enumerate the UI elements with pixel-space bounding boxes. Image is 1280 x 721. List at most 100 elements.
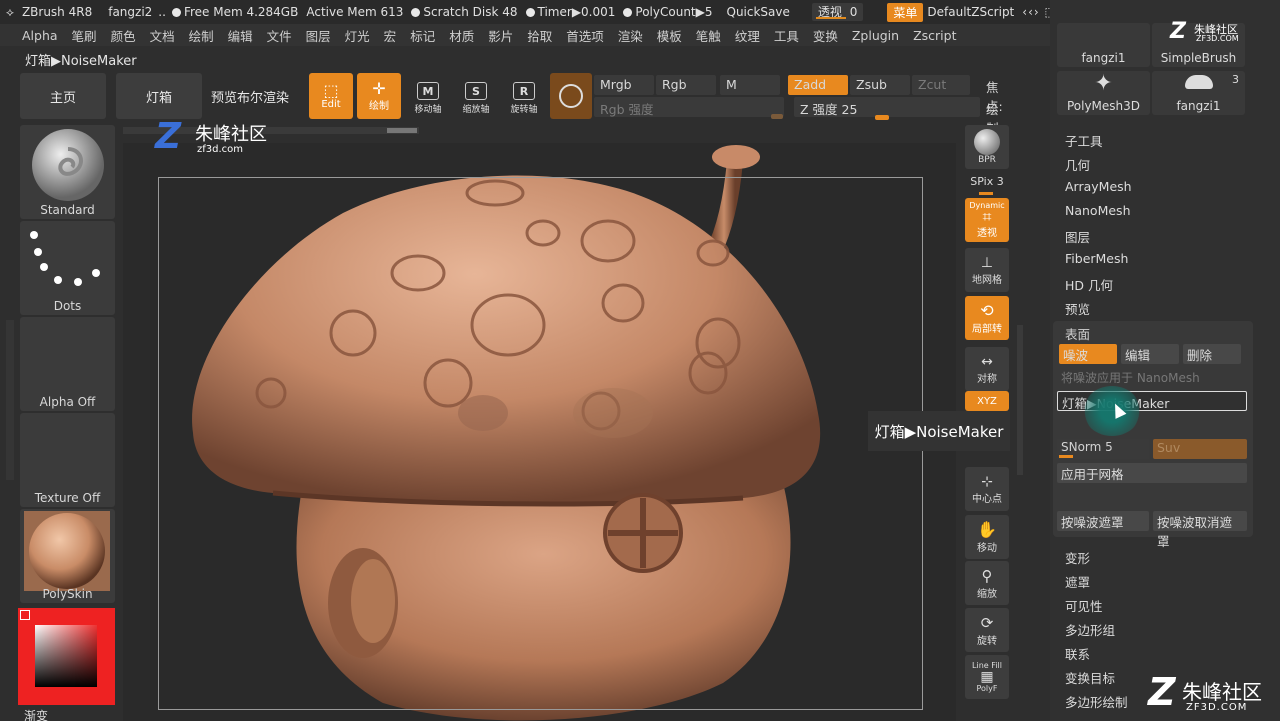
contact-section[interactable]: 联系 <box>1065 644 1090 663</box>
gizmo-3d-button[interactable] <box>550 73 592 119</box>
apply-noise-nanomesh-button[interactable]: 将噪波应用于 NanoMesh <box>1061 369 1200 386</box>
menu-zplugin[interactable]: Zplugin <box>845 28 906 43</box>
unmask-by-noise-button[interactable]: 按噪波取消遮罩 <box>1153 511 1247 549</box>
move-label: 移动轴 <box>414 105 442 115</box>
right-tray-handle[interactable] <box>1017 325 1023 475</box>
morph-target-section[interactable]: 变换目标 <box>1065 668 1115 687</box>
xyz-button[interactable]: XYZ <box>965 391 1009 411</box>
fibermesh-section[interactable]: FiberMesh <box>1065 251 1128 266</box>
menu-picker[interactable]: 拾取 <box>520 26 559 45</box>
hd-geometry-section[interactable]: HD 几何 <box>1065 275 1113 294</box>
menu-edit[interactable]: 编辑 <box>221 26 260 45</box>
center-point-button[interactable]: ⊹ 中心点 <box>965 467 1009 511</box>
nanomesh-section[interactable]: NanoMesh <box>1065 203 1131 218</box>
bpr-preview-button[interactable]: 预览布尔渲染 <box>210 73 290 119</box>
move-view-button[interactable]: ✋ 移动 <box>965 515 1009 559</box>
alpha-selector[interactable]: Alpha Off <box>20 317 115 411</box>
color-square[interactable] <box>35 625 97 687</box>
tool-thumb-fangzi1-b[interactable]: 3 fangzi1 <box>1152 71 1245 115</box>
suv-slider[interactable]: Suv <box>1153 439 1247 459</box>
menu-document[interactable]: 文档 <box>143 26 182 45</box>
noise-edit-button[interactable]: 编辑 <box>1121 344 1179 364</box>
visibility-section[interactable]: 可见性 <box>1065 596 1103 615</box>
perspective-tool-label: 透视 <box>977 228 997 239</box>
apply-to-mesh-button[interactable]: 应用于网格 <box>1057 463 1247 483</box>
zoom-view-button[interactable]: ⚲ 缩放 <box>965 561 1009 605</box>
menu-layer[interactable]: 图层 <box>299 26 338 45</box>
floor-grid-button[interactable]: ⊥ 地网格 <box>965 248 1009 292</box>
zsub-button[interactable]: Zsub <box>850 75 910 95</box>
menu-macro[interactable]: 宏 <box>377 26 404 45</box>
tool-thumb-fangzi1[interactable]: fangzi1 <box>1057 23 1150 67</box>
surface-title[interactable]: 表面 <box>1065 324 1090 343</box>
deformation-section[interactable]: 变形 <box>1065 548 1090 567</box>
menu-render[interactable]: 渲染 <box>611 26 650 45</box>
rgb-button[interactable]: Rgb <box>656 75 716 95</box>
geometry-section[interactable]: 几何 <box>1065 155 1090 174</box>
move-gizmo-button[interactable]: M 移动轴 <box>408 79 448 115</box>
menu-transform[interactable]: 变换 <box>806 26 845 45</box>
noise-button[interactable]: 噪波 <box>1059 344 1117 364</box>
arraymesh-section[interactable]: ArrayMesh <box>1065 179 1132 194</box>
mrgb-button[interactable]: Mrgb <box>594 75 654 95</box>
menu-preferences[interactable]: 首选项 <box>559 26 611 45</box>
menu-marker[interactable]: 标记 <box>403 26 442 45</box>
rgb-intensity-slider[interactable]: Rgb 强度 <box>594 97 784 117</box>
layers-section[interactable]: 图层 <box>1065 227 1090 246</box>
home-button[interactable]: 主页 <box>20 73 106 119</box>
focal-shift-slider[interactable]: 焦点: <box>980 75 1020 114</box>
snorm-slider[interactable]: SNorm 5 <box>1057 439 1149 459</box>
menu-brush[interactable]: 笔刷 <box>65 26 104 45</box>
menu-alpha[interactable]: Alpha <box>0 28 65 43</box>
texture-selector[interactable]: Texture Off <box>20 413 115 507</box>
zadd-button[interactable]: Zadd <box>788 75 848 95</box>
scale-gizmo-button[interactable]: S 缩放轴 <box>456 79 496 115</box>
default-zscript-button[interactable]: DefaultZScript <box>923 5 1018 19</box>
menu-zscript[interactable]: Zscript <box>906 28 963 43</box>
menu-tool[interactable]: 工具 <box>767 26 806 45</box>
perspective-slider[interactable]: 透视 0 <box>811 3 864 21</box>
menu-draw[interactable]: 绘制 <box>182 26 221 45</box>
menu-movie[interactable]: 影片 <box>481 26 520 45</box>
perspective-button[interactable]: Dynamic ⌗ 透视 <box>965 198 1009 242</box>
menu-light[interactable]: 灯光 <box>338 26 377 45</box>
local-transform-button[interactable]: ⟲ 局部转 <box>965 296 1009 340</box>
menu-file[interactable]: 文件 <box>260 26 299 45</box>
spix-slider[interactable]: SPix 3 <box>965 175 1009 195</box>
tool-thumb-polymesh3d[interactable]: ✦ PolyMesh3D <box>1057 71 1150 115</box>
quicksave-button[interactable]: QuickSave <box>723 5 794 19</box>
bpr-button[interactable]: BPR <box>965 125 1009 169</box>
main-toolbar: 主页 灯箱 预览布尔渲染 ⬚ Edit ✛ 绘制 M 移动轴 S 缩放轴 R 旋… <box>20 73 1020 136</box>
mask-by-noise-button[interactable]: 按噪波遮罩 <box>1057 511 1149 531</box>
symmetry-button[interactable]: ↔ 对称 <box>965 347 1009 391</box>
left-tray-handle[interactable] <box>6 320 14 480</box>
menu-material[interactable]: 材质 <box>442 26 481 45</box>
menu-stroke[interactable]: 笔触 <box>689 26 728 45</box>
lightbox-button[interactable]: 灯箱 <box>116 73 202 119</box>
polyframe-button[interactable]: Line Fill ▦ PolyF <box>965 655 1009 699</box>
symmetry-icon: ↔ <box>981 353 993 370</box>
z-intensity-slider[interactable]: Z 强度 25 <box>794 97 980 117</box>
menu-texture[interactable]: 纹理 <box>728 26 767 45</box>
noise-delete-button[interactable]: 删除 <box>1183 344 1241 364</box>
color-picker[interactable] <box>18 608 115 705</box>
draw-size-slider[interactable]: 绘制: <box>980 97 1020 136</box>
zcut-button[interactable]: Zcut <box>912 75 970 95</box>
preview-section[interactable]: 预览 <box>1065 299 1090 318</box>
menu-stencil[interactable]: 模板 <box>650 26 689 45</box>
edit-mode-button[interactable]: ⬚ Edit <box>309 73 353 119</box>
rotate-gizmo-button[interactable]: R 旋转轴 <box>504 79 544 115</box>
m-button[interactable]: M <box>720 75 780 95</box>
brush-selector[interactable]: Standard <box>20 125 115 219</box>
rotate-view-button[interactable]: ⟳ 旋转 <box>965 608 1009 652</box>
tool-thumb-simplebrush[interactable]: Z 朱峰社区 ZF3D.COM SimpleBrush <box>1152 19 1245 67</box>
subtool-section[interactable]: 子工具 <box>1065 131 1103 150</box>
menu-toggle-button[interactable]: 菜单 <box>887 2 924 22</box>
material-selector[interactable]: PolySkin <box>20 509 115 603</box>
polygroups-section[interactable]: 多边形组 <box>1065 620 1115 639</box>
masking-section[interactable]: 遮罩 <box>1065 572 1090 591</box>
draw-mode-button[interactable]: ✛ 绘制 <box>357 73 401 119</box>
menu-color[interactable]: 颜色 <box>104 26 143 45</box>
polypaint-section[interactable]: 多边形绘制 <box>1065 692 1128 711</box>
stroke-selector[interactable]: Dots <box>20 221 115 315</box>
